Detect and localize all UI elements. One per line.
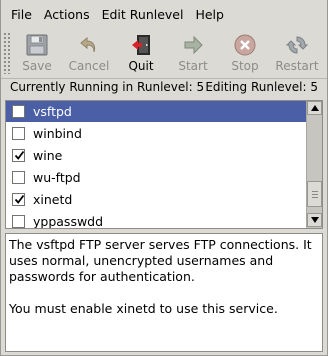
restart-button[interactable]: Restart [271,31,323,75]
service-checkbox[interactable] [12,215,25,228]
menu-file-label: File [11,7,32,22]
menu-help[interactable]: Help [189,0,230,30]
service-checkbox[interactable] [12,105,25,118]
editing-runlevel-text: Editing Runlevel: 5 [205,80,318,94]
service-name: yppasswdd [33,214,104,229]
quit-button[interactable]: Quit [115,31,167,75]
service-name: vsftpd [33,104,72,119]
menu-help-label: Help [195,7,224,22]
stop-button[interactable]: Stop [219,31,271,75]
forward-arrow-icon [184,35,203,55]
service-name: wine [33,148,63,163]
scroll-thumb[interactable] [307,181,322,207]
service-checkbox[interactable] [12,171,25,184]
arrow-up-icon [310,105,319,111]
menu-edit-runlevel-label: Edit Runlevel [101,7,184,22]
menu-file[interactable]: File [5,0,38,30]
refresh-icon [285,36,309,54]
arrow-down-icon [310,217,319,223]
undo-arrow-icon [80,36,96,53]
menu-edit-runlevel[interactable]: Edit Runlevel [96,0,190,30]
start-button[interactable]: Start [167,31,219,75]
exit-door-icon [132,35,150,55]
list-item[interactable]: yppasswdd [6,211,306,229]
list-item[interactable]: winbind [6,123,306,144]
service-checkbox[interactable] [12,127,25,140]
service-name: xinetd [33,192,73,207]
cancel-button-label: Cancel [68,59,110,73]
list-item[interactable]: wu-ftpd [6,167,306,188]
service-description-box: The vsftpd FTP server serves FTP connect… [5,233,323,352]
checkmark-icon [14,194,25,204]
runlevel-status-bar: Currently Running in Runlevel: 5 Editing… [1,78,327,96]
menu-actions[interactable]: Actions [38,0,96,30]
quit-button-label: Quit [128,59,154,73]
toolbar: Save Cancel Quit Start Stop Restart [1,31,327,75]
list-item[interactable]: wine [6,145,306,166]
list-item[interactable]: xinetd [6,189,306,210]
checkmark-icon [14,150,25,160]
stop-button-label: Stop [231,59,259,73]
save-button-label: Save [22,59,52,73]
current-runlevel-text: Currently Running in Runlevel: 5 [10,80,205,94]
service-checkbox[interactable] [12,149,25,162]
stop-icon [234,34,256,56]
save-button[interactable]: Save [11,31,63,75]
service-name: wu-ftpd [33,170,81,185]
scroll-down-button[interactable] [307,213,322,227]
toolbar-grip-handle[interactable] [3,32,11,74]
service-description-text: The vsftpd FTP server serves FTP connect… [9,237,312,316]
service-checkbox[interactable] [12,193,25,206]
menubar: File Actions Edit Runlevel Help [1,0,327,30]
list-item[interactable]: vsftpd [6,101,306,122]
service-name: winbind [33,126,82,141]
menu-actions-label: Actions [43,7,90,22]
service-list-frame: vsftpd winbind wine wu-ftpd xinetd yppas… [5,100,323,229]
cancel-button[interactable]: Cancel [63,31,115,75]
list-scrollbar[interactable] [306,101,322,228]
start-button-label: Start [178,59,208,73]
restart-button-label: Restart [275,59,319,73]
scroll-up-button[interactable] [307,101,322,115]
floppy-disk-icon [26,34,48,56]
service-configuration-window: File Actions Edit Runlevel Help Save Can… [0,0,328,356]
service-list: vsftpd winbind wine wu-ftpd xinetd yppas… [6,101,306,228]
